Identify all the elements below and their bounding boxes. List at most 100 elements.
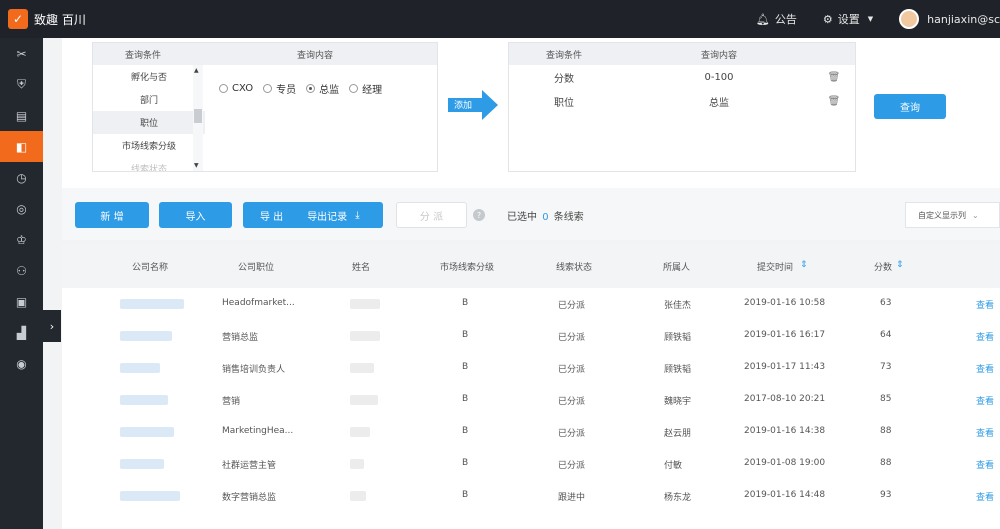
cell-time: 2019-01-16 14:38 [744,426,826,436]
view-link[interactable]: 查看 [976,490,994,503]
globe-icon: ◉ [16,356,27,371]
cell-time: 2019-01-17 11:43 [744,362,826,372]
table-row[interactable]: 社群运营主管 B 已分派 付敏 2019-01-08 19:00 88 查看 [62,448,1000,480]
custom-columns-label: 自定义显示列 [918,210,966,220]
cell-owner: 张佳杰 [664,301,692,311]
document-icon: ▤ [15,108,28,123]
sort-icon[interactable]: ⇕ [896,260,904,270]
condition-picker: 查询条件 查询内容 孵化与否 部门 职位 市场线索分级 线索状态 ▲ ▼ CXO… [92,42,438,172]
sidebar-item-shield[interactable]: ⛨ [0,69,43,100]
custom-columns-select[interactable]: 自定义显示列 ⌄ [905,202,1000,228]
toolbar: 新 增 导入 导 出 导出记录 ⤓ 分 派 ? 已选中 0 条线索 自定义显示列… [62,188,1000,240]
trash-icon[interactable]: 🗑︎ [819,72,849,83]
cell-grade: B [462,362,469,372]
import-button[interactable]: 导入 [159,202,232,228]
sidebar-item-doc[interactable]: ▤ [0,100,43,131]
table-row[interactable]: 营销 B 已分派 魏晓宇 2017-08-10 20:21 85 查看 [62,384,1000,416]
sidebar-item-leads[interactable]: ◧ [0,131,43,162]
sidebar-item-chart[interactable]: ▟ [0,317,43,348]
export-button[interactable]: 导 出 [260,208,283,223]
scroll-thumb[interactable] [194,109,202,123]
radio-label: 专员 [276,85,297,96]
sidebar-item-globe[interactable]: ◉ [0,348,43,379]
col-owner: 所属人 [663,263,691,273]
person-name-redacted [350,491,366,501]
selection-count: 0 [542,212,549,223]
help-icon[interactable]: ? [473,209,485,221]
table-row[interactable]: Headofmarket... B 已分派 张佳杰 2019-01-16 10:58 63… [62,288,1000,320]
radio-cxo[interactable]: CXO [219,81,253,96]
sidebar-item-box[interactable]: ▣ [0,286,43,317]
user-name[interactable]: hanjiaxin@sc [927,13,1000,26]
cell-status: 已分派 [558,429,586,439]
sidebar-item-tools[interactable]: ✂ [0,38,43,69]
company-name-redacted[interactable] [120,363,160,373]
radio-manager[interactable]: 经理 [349,81,382,96]
radio-specialist[interactable]: 专员 [263,81,296,96]
col-title: 公司职位 [238,263,275,273]
cell-time: 2019-01-16 16:17 [744,330,826,340]
cell-title: 销售培训负责人 [222,365,286,375]
col-score[interactable]: 分数 [874,260,892,273]
notice-link[interactable]: 🔔︎ 公告 [756,11,797,27]
bell-icon: 🔔︎ [755,12,770,26]
sidebar-item-crown[interactable]: ♔ [0,224,43,255]
trash-icon[interactable]: 🗑︎ [819,96,849,107]
sidebar-item-time[interactable]: ◷ [0,162,43,193]
condition-item[interactable]: 市场线索分级 [93,134,205,157]
company-name-redacted[interactable] [120,299,184,309]
table-row[interactable]: MarketingHea... B 已分派 赵云朋 2019-01-16 14:38 88… [62,416,1000,448]
view-link[interactable]: 查看 [976,394,994,407]
view-link[interactable]: 查看 [976,362,994,375]
add-button-label[interactable]: 添加 [454,98,472,111]
col-grade: 市场线索分级 [440,263,495,273]
logo[interactable]: ✓ 致趣 百川 [8,9,86,29]
condition-item[interactable]: 部门 [93,88,205,111]
condition-item[interactable]: 孵化与否 [93,65,205,88]
col-name: 姓名 [352,263,371,273]
sidebar-item-target[interactable]: ◎ [0,193,43,224]
chevron-right-icon: › [49,319,55,333]
condition-scrollbar[interactable]: ▲ ▼ [193,65,203,171]
cell-grade: B [462,330,469,340]
sort-icon[interactable]: ⇕ [800,260,808,270]
company-name-redacted[interactable] [120,331,172,341]
view-link[interactable]: 查看 [976,426,994,439]
download-icon[interactable]: ⤓ [355,210,359,221]
clock-icon: ◷ [16,170,27,185]
tools-icon: ✂ [16,46,27,61]
view-link[interactable]: 查看 [976,330,994,343]
cell-time: 2019-01-16 10:58 [744,298,826,308]
view-link[interactable]: 查看 [976,458,994,471]
settings-menu[interactable]: ⚙ 设置 ▼ [823,11,873,27]
cell-status: 跟进中 [558,493,586,503]
scroll-down-icon[interactable]: ▼ [194,162,199,169]
avatar[interactable] [899,9,920,29]
header-condition: 查询条件 [545,50,582,61]
export-record-button[interactable]: 导出记录 [307,208,347,223]
table-row[interactable]: 数字营销总监 B 跟进中 杨东龙 2019-01-16 14:48 93 查看 [62,480,1000,512]
table-row[interactable]: 销售培训负责人 B 已分派 顾铁韬 2019-01-17 11:43 73 查看 [62,352,1000,384]
view-link[interactable]: 查看 [976,298,994,311]
company-name-redacted[interactable] [120,491,180,501]
condition-item[interactable]: 线索状态 [93,157,205,171]
sidebar-item-users[interactable]: ⚇ [0,255,43,286]
radio-director[interactable]: 总监 [306,81,339,96]
cell-title: MarketingHea... [222,426,294,436]
assign-button[interactable]: 分 派 [396,202,467,228]
table-row[interactable]: 营销总监 B 已分派 顾铁韬 2019-01-16 16:17 64 查看 [62,320,1000,352]
scroll-up-icon[interactable]: ▲ [194,67,199,74]
company-name-redacted[interactable] [120,459,164,469]
new-button[interactable]: 新 增 [75,202,149,228]
condition-item-selected[interactable]: 职位 [93,111,205,134]
cell-score: 64 [880,330,892,340]
cell-title: 数字营销总监 [222,493,277,503]
person-name-redacted [350,331,380,341]
col-time[interactable]: 提交时间 [757,260,793,273]
company-name-redacted[interactable] [120,395,168,405]
search-button[interactable]: 查询 [874,94,946,119]
sidebar-collapse-button[interactable]: › [43,310,61,342]
cell-title: 营销 [222,397,241,407]
cell-score: 85 [880,394,892,404]
company-name-redacted[interactable] [120,427,174,437]
